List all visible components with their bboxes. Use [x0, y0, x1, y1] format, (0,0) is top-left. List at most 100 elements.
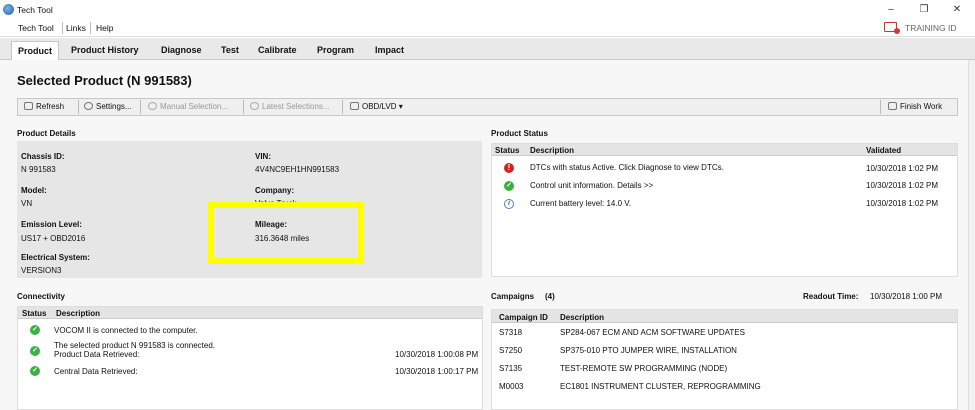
main-tab-bar [0, 38, 975, 60]
obd-icon [350, 102, 359, 110]
menu-bar [0, 19, 975, 37]
column-header-status: Status [22, 309, 47, 318]
product-details-heading: Product Details [17, 129, 76, 138]
column-header-description: Description [560, 313, 605, 322]
connectivity-row-text: Central Data Retrieved: [54, 367, 138, 376]
campaign-id[interactable]: S7250 [499, 346, 522, 355]
vertical-scrollbar[interactable] [968, 60, 975, 410]
emission-label: Emission Level: [21, 220, 82, 229]
column-header-validated: Validated [866, 146, 902, 155]
clock-icon [250, 102, 259, 110]
menu-tech-tool[interactable]: Tech Tool [18, 23, 54, 33]
emission-value: US17 + OBD2016 [21, 234, 86, 243]
connectivity-row-time: 10/30/2018 1:00:08 PM [395, 350, 479, 359]
refresh-icon [24, 102, 33, 110]
error-status-icon: ! [504, 163, 514, 173]
company-label: Company: [255, 186, 295, 195]
training-id-label[interactable]: TRAINING ID [905, 23, 956, 33]
tab-product[interactable]: Product [11, 41, 60, 60]
tab-impact[interactable]: Impact [369, 41, 410, 60]
title-bar [0, 0, 975, 19]
menu-links[interactable]: Links [66, 23, 86, 33]
campaign-description[interactable]: SP375-010 PTO JUMPER WIRE, INSTALLATION [560, 346, 737, 355]
tab-diagnose[interactable]: Diagnose [155, 41, 208, 60]
column-header-status: Status [495, 146, 520, 155]
obd-lvd-dropdown[interactable]: OBD/LVD ▾ [350, 100, 403, 114]
status-row-validated: 10/30/2018 1:02 PM [866, 164, 939, 173]
menu-help[interactable]: Help [96, 23, 113, 33]
gear-icon [84, 102, 93, 110]
chassis-value: N 991583 [21, 165, 56, 174]
window-title: Tech Tool [17, 5, 53, 15]
magnifier-icon [148, 102, 157, 110]
connectivity-row-time: 10/30/2018 1:00:17 PM [395, 367, 479, 376]
toolbar-divider [78, 100, 79, 114]
settings-label: Settings... [96, 102, 132, 111]
ok-status-icon: ✓ [30, 346, 40, 356]
finish-work-button[interactable]: Finish Work [888, 100, 942, 114]
connectivity-heading: Connectivity [17, 292, 66, 301]
model-label: Model: [21, 186, 47, 195]
app-logo-icon [3, 4, 14, 15]
readout-time-label: Readout Time: [803, 292, 859, 301]
toolbar-divider [140, 100, 141, 114]
latest-selections-label: Latest Selections... [262, 102, 330, 111]
info-status-icon: i [504, 199, 514, 209]
campaigns-table [491, 309, 958, 410]
readout-time-value: 10/30/2018 1:00 PM [870, 292, 943, 301]
tab-test[interactable]: Test [215, 41, 245, 60]
tab-program[interactable]: Program [311, 41, 360, 60]
mileage-highlight-box [208, 202, 364, 264]
ok-status-icon: ✓ [504, 181, 514, 191]
connectivity-row-subtext: Product Data Retrieved: [54, 350, 140, 359]
connectivity-row-text: The selected product N 991583 is connect… [54, 341, 215, 350]
restore-button[interactable]: ❐ [913, 2, 935, 17]
campaigns-heading: Campaigns [491, 292, 535, 301]
ok-status-icon: ✓ [30, 325, 40, 335]
column-header-description: Description [530, 146, 575, 155]
chassis-label: Chassis ID: [21, 152, 65, 161]
column-header-campaign-id: Campaign ID [499, 313, 548, 322]
minimize-button[interactable]: – [880, 2, 902, 17]
training-id-icon[interactable] [884, 22, 900, 34]
refresh-label: Refresh [36, 102, 65, 111]
electrical-label: Electrical System: [21, 253, 90, 262]
electrical-value: VERSION3 [21, 266, 62, 275]
vin-label: VIN: [255, 152, 271, 161]
page-title: Selected Product (N 991583) [17, 73, 192, 88]
campaign-description[interactable]: EC1801 INSTRUMENT CLUSTER, REPROGRAMMING [560, 382, 761, 391]
ok-status-icon: ✓ [30, 366, 40, 376]
campaign-description[interactable]: TEST-REMOTE SW PROGRAMMING (NODE) [560, 364, 727, 373]
connectivity-row-text: VOCOM II is connected to the computer. [54, 326, 198, 335]
campaign-id[interactable]: M0003 [499, 382, 523, 391]
model-value: VN [21, 199, 33, 208]
toolbar-divider [880, 100, 881, 114]
vin-value: 4V4NC9EH1HN991583 [255, 165, 340, 174]
tab-calibrate[interactable]: Calibrate [252, 41, 303, 60]
column-header-description: Description [56, 309, 101, 318]
status-row-validated: 10/30/2018 1:02 PM [866, 199, 939, 208]
settings-button[interactable]: Settings... [84, 100, 132, 114]
status-row-description[interactable]: Control unit information. Details >> [530, 181, 653, 190]
status-row-validated: 10/30/2018 1:02 PM [866, 181, 939, 190]
menu-divider [90, 22, 91, 34]
status-row-description[interactable]: DTCs with status Active. Click Diagnose … [530, 163, 724, 172]
product-status-heading: Product Status [491, 129, 548, 138]
finish-work-label: Finish Work [900, 102, 943, 111]
tab-product-history[interactable]: Product History [65, 41, 145, 60]
status-row-description[interactable]: Current battery level: 14.0 V. [530, 199, 631, 208]
manual-selection-button[interactable]: Manual Selection... [148, 100, 228, 114]
campaign-id[interactable]: S7318 [499, 328, 522, 337]
menu-divider [62, 22, 63, 34]
toolbar-divider [243, 100, 244, 114]
campaign-id[interactable]: S7135 [499, 364, 522, 373]
toolbar-divider [342, 100, 343, 114]
campaigns-count: (4) [545, 292, 555, 301]
finish-work-icon [888, 102, 897, 110]
refresh-button[interactable]: Refresh [24, 100, 64, 114]
manual-selection-label: Manual Selection... [160, 102, 229, 111]
latest-selections-button[interactable]: Latest Selections... [250, 100, 330, 114]
campaign-description[interactable]: SP284-067 ECM AND ACM SOFTWARE UPDATES [560, 328, 745, 337]
close-button[interactable]: ✕ [946, 2, 968, 17]
obd-lvd-label: OBD/LVD ▾ [362, 102, 403, 111]
